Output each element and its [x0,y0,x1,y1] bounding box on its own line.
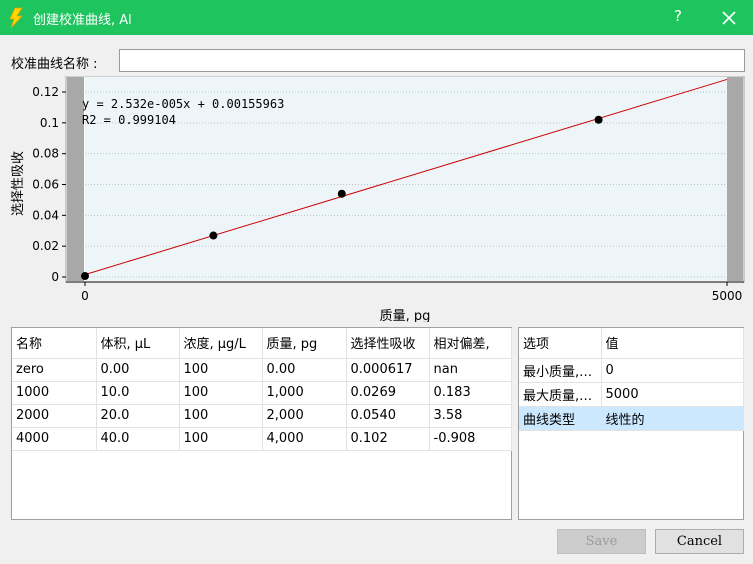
table-cell[interactable]: 0.0269 [346,381,430,405]
title-bar: 创建校准曲线, Al ? [0,0,753,35]
table-cell[interactable]: 0.0540 [346,404,430,428]
y-tick-label: 0 [51,270,59,284]
window-title: 创建校准曲线, Al [33,13,132,28]
option-row-min-mass[interactable]: 最小质量,… 0 [519,358,744,383]
cancel-button[interactable]: Cancel [655,529,744,554]
save-button[interactable]: Save [557,529,646,554]
table-cell[interactable]: 3.58 [429,404,512,428]
x-tick-label: 0 [81,289,89,303]
y-tick-label: 0.04 [32,208,59,222]
table-cell[interactable]: 10.0 [96,381,180,405]
close-icon[interactable] [718,7,740,29]
table-cell[interactable]: 0.00 [262,358,347,382]
lightning-icon [9,7,23,29]
fit-annotation: R2 = 0.999104 [82,113,176,127]
table-cell[interactable]: 2,000 [262,404,347,428]
column-header-absorbance[interactable]: 选择性吸收 [346,328,430,359]
table-cell[interactable]: 20.0 [96,404,180,428]
calibration-chart-svg: 0 0.02 0.04 0.06 0.08 0.1 0.12 0 5000 质量, pg 选择性吸收… [11,76,745,322]
option-label: 最大质量,… [519,382,602,407]
calibration-data-table[interactable]: 名称 体积, μL 浓度, μg/L 质量, pg 选择性吸收 相对偏差, ze… [11,327,512,520]
column-header-relative-deviation[interactable]: 相对偏差, [429,328,512,359]
column-header-concentration[interactable]: 浓度, μg/L [179,328,263,359]
table-cell[interactable]: zero [12,358,97,382]
x-axis-label: 质量, pg [380,309,431,322]
table-row[interactable]: 2000 20.0 100 2,000 0.0540 3.58 [12,404,512,428]
table-cell[interactable]: 0.00 [96,358,180,382]
table-cell[interactable]: 1000 [12,381,97,405]
option-row-max-mass[interactable]: 最大质量,… 5000 [519,382,744,407]
y-axis-label: 选择性吸收 [11,151,26,216]
option-value[interactable]: 线性的 [601,406,744,431]
column-header-mass[interactable]: 质量, pg [262,328,347,359]
y-tick-label: 0.08 [32,147,59,161]
column-header-volume[interactable]: 体积, μL [96,328,180,359]
calibration-chart: 0 0.02 0.04 0.06 0.08 0.1 0.12 0 5000 质量, pg 选择性吸收… [0,76,753,322]
table-cell[interactable]: 100 [179,404,263,428]
option-value[interactable]: 0 [601,358,744,383]
curve-name-label: 校准曲线名称 : [11,57,98,72]
table-row[interactable]: zero 0.00 100 0.00 0.000617 nan [12,358,512,382]
y-tick-label: 0.12 [32,85,59,99]
table-row[interactable]: 4000 40.0 100 4,000 0.102 -0.908 [12,427,512,451]
help-button[interactable]: ? [668,7,688,27]
table-header-row: 名称 体积, μL 浓度, μg/L 质量, pg 选择性吸收 相对偏差, [12,328,512,359]
column-header-name[interactable]: 名称 [12,328,97,359]
y-tick-label: 0.06 [32,178,59,192]
column-header-option[interactable]: 选项 [519,328,602,359]
data-point [337,189,346,198]
fit-annotation: y = 2.532e-005x + 0.00155963 [82,97,284,111]
table-cell[interactable]: 2000 [12,404,97,428]
options-header-row: 选项 值 [519,328,744,359]
table-cell[interactable]: 4000 [12,427,97,451]
column-header-value[interactable]: 值 [601,328,744,359]
table-cell[interactable]: 4,000 [262,427,347,451]
table-cell[interactable]: 0.000617 [346,358,430,382]
table-row[interactable]: 1000 10.0 100 1,000 0.0269 0.183 [12,381,512,405]
option-value[interactable]: 5000 [601,382,744,407]
table-cell[interactable]: 0.183 [429,381,512,405]
option-label: 最小质量,… [519,358,602,383]
table-cell[interactable]: -0.908 [429,427,512,451]
options-table[interactable]: 选项 值 最小质量,… 0 最大质量,… 5000 曲线类型 线性的 [518,327,744,520]
table-cell[interactable]: 0.102 [346,427,430,451]
data-point [209,231,218,240]
table-cell[interactable]: 40.0 [96,427,180,451]
y-tick-label: 0.02 [32,239,59,253]
x-tick-label: 5000 [712,289,743,303]
table-cell[interactable]: 100 [179,427,263,451]
data-point [594,115,603,124]
table-cell[interactable]: 100 [179,358,263,382]
range-bar-right [727,77,743,281]
option-label: 曲线类型 [519,406,602,431]
y-tick-label: 0.1 [40,116,59,130]
table-cell[interactable]: nan [429,358,512,382]
data-point [81,272,89,281]
curve-name-input[interactable] [119,49,745,72]
table-cell[interactable]: 100 [179,381,263,405]
option-row-curve-type[interactable]: 曲线类型 线性的 [519,406,744,431]
table-cell[interactable]: 1,000 [262,381,347,405]
